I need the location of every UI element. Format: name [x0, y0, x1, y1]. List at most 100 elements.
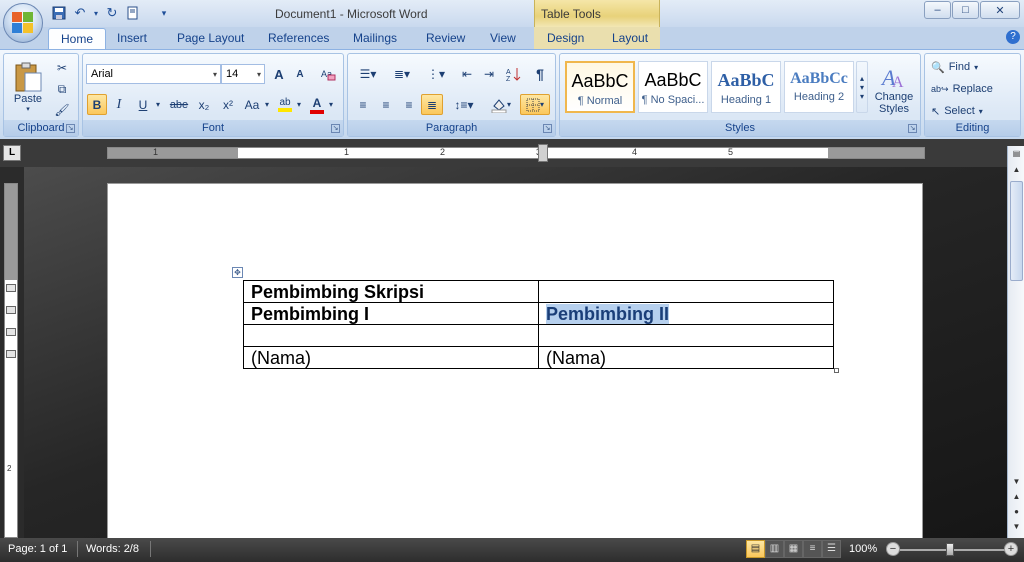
help-icon[interactable]: ? — [1006, 30, 1020, 44]
office-button[interactable] — [3, 3, 43, 43]
undo-dropdown-icon[interactable]: ▾ — [92, 4, 100, 22]
font-color-dropdown-icon[interactable]: ▾ — [327, 94, 335, 115]
print-layout-icon[interactable]: ▤ — [746, 540, 765, 558]
row-marker[interactable] — [6, 350, 16, 358]
align-left-icon[interactable]: ≡ — [352, 94, 374, 115]
vertical-ruler[interactable]: 2 — [4, 183, 18, 538]
increase-indent-icon[interactable]: ⇥ — [478, 64, 500, 84]
select-browse-object-icon[interactable]: ● — [1010, 506, 1023, 518]
table-cell[interactable]: (Nama) — [538, 346, 834, 369]
underline-button[interactable]: U — [133, 94, 153, 115]
copy-icon[interactable]: ⧉ — [52, 80, 72, 98]
bullets-icon[interactable]: ☰▾ — [352, 64, 384, 84]
zoom-level[interactable]: 100% — [849, 543, 877, 555]
table-cell[interactable]: Pembimbing I — [243, 302, 539, 325]
table-cell[interactable] — [538, 280, 834, 303]
table-cell[interactable]: (Nama) — [243, 346, 539, 369]
table-move-handle-icon[interactable]: ✥ — [232, 267, 243, 278]
web-layout-icon[interactable]: ▦ — [784, 540, 803, 558]
clipboard-launcher-icon[interactable]: ↘ — [66, 124, 75, 133]
row-marker[interactable] — [6, 284, 16, 292]
style-no-spacing[interactable]: AaBbC ¶ No Spaci... — [638, 61, 708, 113]
close-button[interactable]: ✕ — [980, 1, 1020, 19]
paragraph-launcher-icon[interactable]: ↘ — [543, 124, 552, 133]
print-preview-icon[interactable] — [124, 4, 142, 22]
cut-icon[interactable]: ✂ — [52, 59, 72, 77]
row-marker[interactable] — [6, 328, 16, 336]
word-count[interactable]: Words: 2/8 — [86, 543, 139, 555]
vertical-scrollbar[interactable]: ▤ ▲ ▼ ▲ ● ▼ — [1007, 146, 1024, 538]
highlight-dropdown-icon[interactable]: ▾ — [295, 94, 303, 115]
undo-icon[interactable]: ↶ — [71, 4, 89, 22]
tab-references[interactable]: References — [268, 31, 329, 45]
maximize-button[interactable]: □ — [952, 1, 979, 19]
shading-icon[interactable]: ▾ — [484, 94, 518, 115]
style-heading-1[interactable]: AaBbC Heading 1 — [711, 61, 781, 113]
zoom-slider-thumb[interactable] — [946, 543, 954, 556]
scrollbar-thumb[interactable] — [1010, 181, 1023, 281]
ruler-toggle-icon[interactable]: ▤ — [1010, 148, 1023, 160]
redo-icon[interactable]: ↻ — [103, 4, 121, 22]
find-button[interactable]: 🔍 Find ▾ — [930, 58, 1005, 76]
table-resize-handle[interactable] — [834, 368, 839, 373]
shrink-font-button[interactable]: A — [290, 64, 310, 84]
show-formatting-marks-button[interactable]: ¶ — [529, 64, 551, 84]
subscript-button[interactable]: x₂ — [193, 94, 215, 115]
zoom-in-button[interactable]: + — [1004, 542, 1018, 556]
align-center-icon[interactable]: ≡ — [375, 94, 397, 115]
replace-button[interactable]: ab↪ Replace — [930, 80, 1005, 98]
format-painter-icon[interactable]: 🖌 — [52, 101, 72, 119]
clear-formatting-icon[interactable]: Aa — [318, 64, 338, 84]
tab-layout[interactable]: Layout — [612, 31, 648, 45]
horizontal-ruler[interactable]: 1 1 2 3 4 5 — [107, 144, 925, 162]
tab-selector[interactable]: L — [3, 145, 21, 161]
draft-icon[interactable]: ☰ — [822, 540, 841, 558]
tab-review[interactable]: Review — [426, 31, 465, 45]
page-count[interactable]: Page: 1 of 1 — [8, 543, 67, 555]
change-case-dropdown-icon[interactable]: ▾ — [263, 94, 271, 115]
decrease-indent-icon[interactable]: ⇤ — [456, 64, 478, 84]
font-launcher-icon[interactable]: ↘ — [331, 124, 340, 133]
italic-button[interactable]: I — [109, 94, 129, 115]
line-spacing-icon[interactable]: ↕≡▾ — [448, 94, 480, 115]
style-normal[interactable]: AaBbC ¶ Normal — [565, 61, 635, 113]
font-size-combo[interactable]: 14 ▾ — [221, 64, 265, 84]
select-button[interactable]: ↖ Select ▾ — [930, 102, 1005, 120]
numbering-icon[interactable]: ≣▾ — [386, 64, 418, 84]
scroll-down-icon[interactable]: ▼ — [1010, 476, 1023, 488]
minimize-button[interactable]: – — [924, 1, 951, 19]
change-case-button[interactable]: Aa — [241, 94, 263, 115]
zoom-out-button[interactable]: − — [886, 542, 900, 556]
document-table[interactable]: Pembimbing Skripsi Pembimbing I Pembimbi… — [243, 280, 834, 369]
tab-insert[interactable]: Insert — [117, 31, 147, 45]
row-marker[interactable] — [6, 306, 16, 314]
style-heading-2[interactable]: AaBbCc Heading 2 — [784, 61, 854, 113]
change-styles-button[interactable]: AA Change Styles — [872, 59, 916, 119]
table-cell[interactable] — [243, 324, 539, 347]
styles-scroll-icon[interactable]: ▴ ▾ ▾ — [856, 61, 868, 113]
tab-home[interactable]: Home — [48, 28, 107, 50]
document-page[interactable]: ✥ Pembimbing Skripsi Pembimbing I Pembim… — [107, 183, 923, 538]
tab-view[interactable]: View — [490, 31, 516, 45]
full-screen-reading-icon[interactable]: ▥ — [765, 540, 784, 558]
outline-icon[interactable]: ≡ — [803, 540, 822, 558]
table-cell[interactable]: Pembimbing II — [538, 302, 834, 325]
selected-text[interactable]: Pembimbing II — [546, 303, 670, 324]
highlight-button[interactable]: ab — [275, 94, 295, 115]
strikethrough-button[interactable]: abe — [167, 94, 191, 115]
tab-design[interactable]: Design — [547, 31, 584, 45]
borders-icon[interactable]: ▾ — [520, 94, 550, 115]
underline-dropdown-icon[interactable]: ▾ — [153, 94, 163, 115]
scroll-up-icon[interactable]: ▲ — [1010, 164, 1023, 176]
justify-icon[interactable]: ≣ — [421, 94, 443, 115]
font-color-button[interactable]: A — [307, 94, 327, 115]
column-marker[interactable] — [538, 144, 548, 162]
tab-page-layout[interactable]: Page Layout — [177, 31, 244, 45]
table-cell[interactable] — [538, 324, 834, 347]
paste-button[interactable]: Paste ▾ — [8, 57, 48, 117]
table-cell[interactable]: Pembimbing Skripsi — [243, 280, 539, 303]
save-icon[interactable] — [50, 4, 68, 22]
font-name-combo[interactable]: Arial ▾ — [86, 64, 221, 84]
superscript-button[interactable]: x² — [217, 94, 239, 115]
multilevel-list-icon[interactable]: ⋮▾ — [420, 64, 452, 84]
